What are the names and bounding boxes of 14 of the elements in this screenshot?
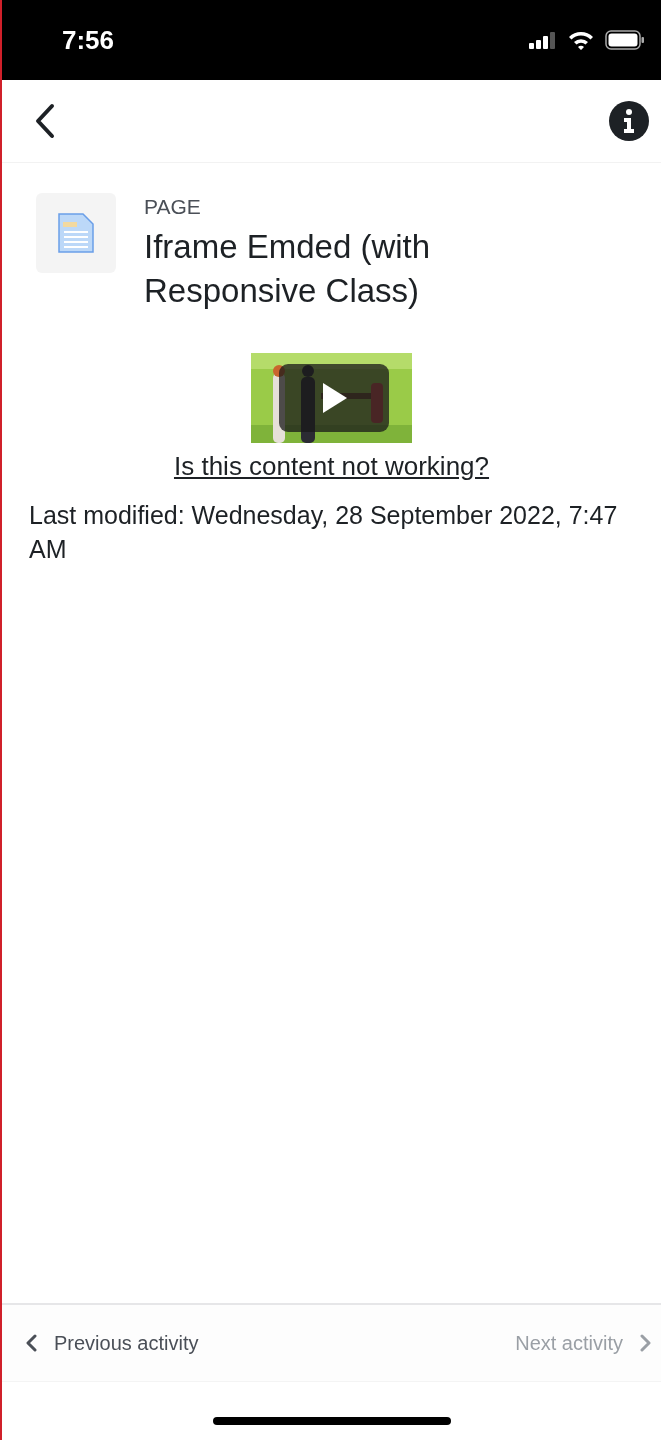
document-icon	[58, 213, 94, 253]
module-type: PAGE	[144, 195, 202, 219]
previous-activity-button[interactable]: Previous activity	[26, 1331, 199, 1355]
help-link[interactable]: Is this content not working?	[173, 451, 490, 482]
signal-icon	[529, 31, 557, 49]
chevron-left-icon	[26, 1334, 38, 1352]
chevron-right-icon	[639, 1334, 651, 1352]
info-button[interactable]	[609, 101, 649, 141]
back-button[interactable]	[34, 103, 56, 139]
wifi-icon	[567, 30, 595, 50]
page-title: Iframe Emded (with Responsive Class)	[144, 227, 432, 311]
battery-icon	[605, 30, 645, 50]
last-modified-text: Last modified: Wednesday, 28 September 2022, 7:47 AM	[28, 500, 619, 565]
clock-time: 7:56	[62, 24, 115, 56]
